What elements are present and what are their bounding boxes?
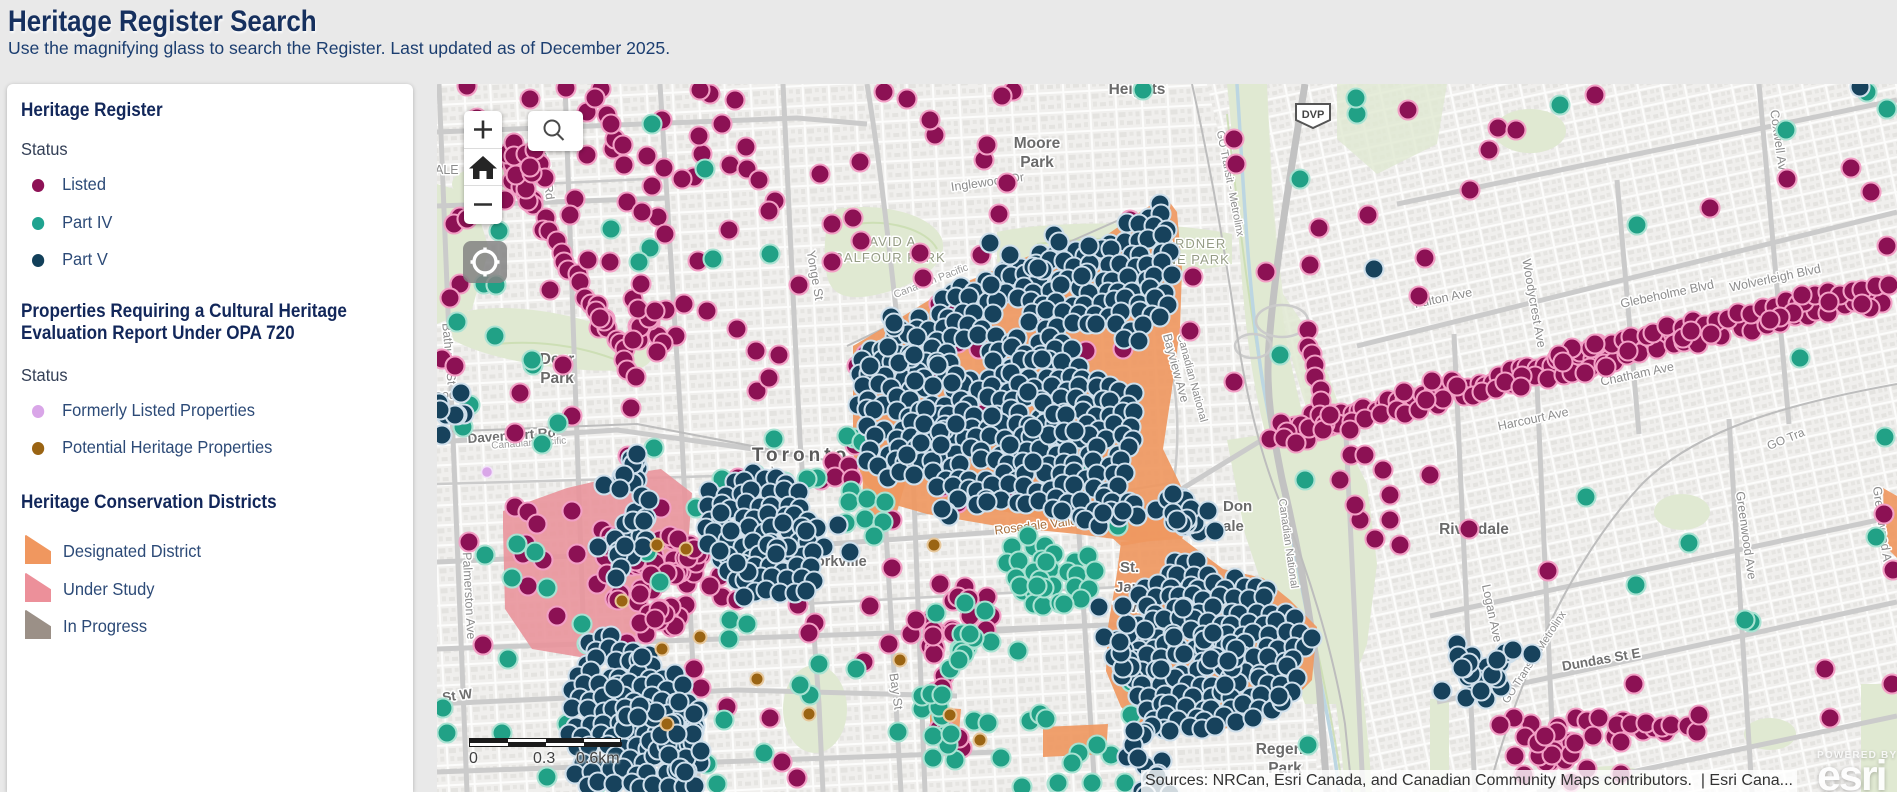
svg-text:St.: St. [1120,559,1139,576]
svg-text:Moore: Moore [1014,135,1061,152]
svg-text:Park: Park [1020,154,1054,171]
svg-text:ale: ale [1223,518,1244,535]
svg-text:ALE: ALE [437,163,459,177]
svg-text:DVP: DVP [1302,109,1325,121]
svg-text:Don: Don [1223,498,1252,515]
